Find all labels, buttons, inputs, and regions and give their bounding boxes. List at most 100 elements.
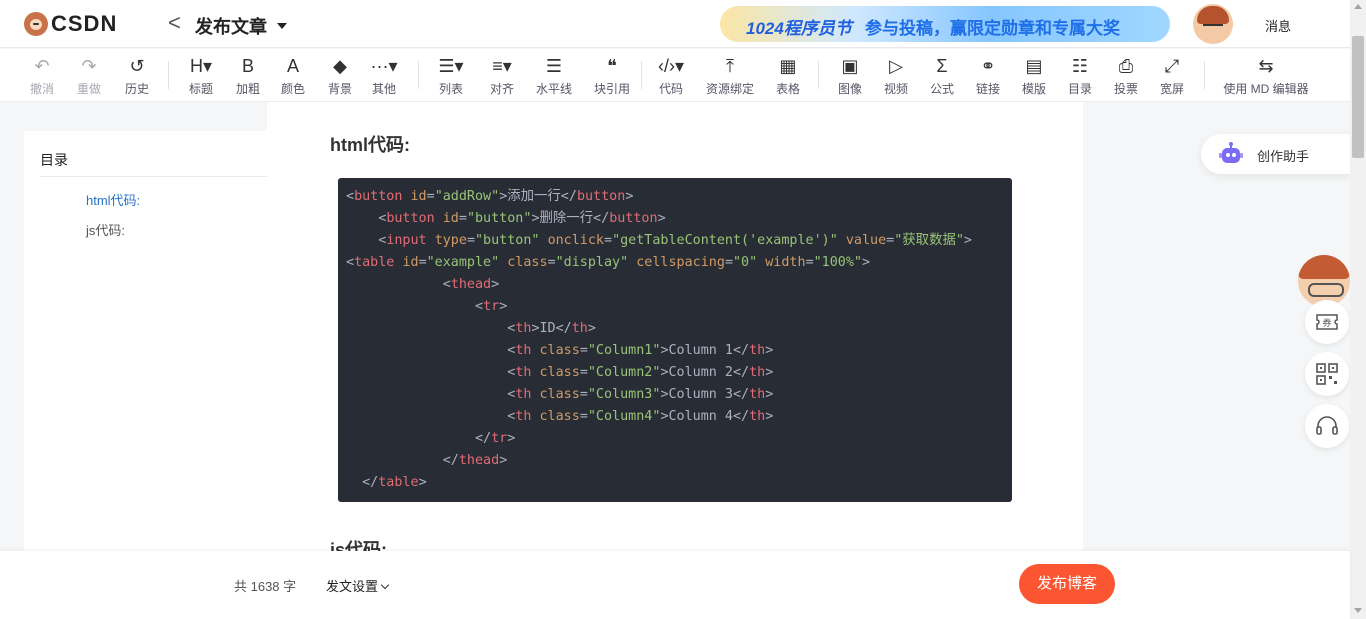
- link-icon: ⚭: [980, 56, 996, 76]
- toolbar-switch-editor-button[interactable]: ⇆ 使用 MD 编辑器: [1206, 54, 1327, 97]
- chevron-down-icon: [380, 580, 390, 590]
- code-text: <button id="addRow">添加一行</button> <butto…: [346, 189, 972, 490]
- toc-icon: ☷: [1071, 56, 1089, 76]
- toolbar-label: 颜色: [280, 82, 305, 96]
- qrcode-button[interactable]: [1305, 352, 1349, 396]
- toolbar-align-button[interactable]: ≡▾ 对齐: [487, 54, 517, 97]
- table-icon: ▦: [779, 56, 797, 76]
- toolbar-heading-button[interactable]: H▾ 标题: [186, 54, 216, 97]
- banner-event-text: 1024程序员节: [746, 19, 852, 38]
- resource-bind-icon: ⤒: [726, 56, 734, 76]
- heading-js-code[interactable]: js代码:: [330, 536, 387, 552]
- toolbar-divider: [168, 61, 169, 89]
- word-count: 共 1638 字: [234, 579, 297, 594]
- toolbar-label: 重做: [76, 82, 101, 96]
- toolbar-blockquote-button[interactable]: ❝ 块引用: [591, 54, 634, 97]
- toolbar-code-button[interactable]: ‹/›▾ 代码: [656, 54, 686, 97]
- writing-assistant-button[interactable]: 创作助手: [1201, 134, 1351, 174]
- toolbar-label: 目录: [1067, 82, 1092, 96]
- table-of-contents: 目录 html代码: js代码:: [24, 131, 304, 551]
- toolbar-label: 块引用: [593, 82, 630, 96]
- toolbar-link-button[interactable]: ⚭ 链接: [973, 54, 1003, 97]
- template-icon: ▤: [1025, 56, 1043, 76]
- toolbar-more-button[interactable]: ···▾ 其他: [369, 54, 399, 97]
- list-icon: ☰▾: [438, 56, 464, 76]
- customer-service-button[interactable]: [1305, 404, 1349, 448]
- page-scrollbar[interactable]: [1350, 0, 1366, 619]
- align-icon: ≡▾: [492, 56, 512, 76]
- assistant-label: 创作助手: [1257, 149, 1310, 164]
- toolbar-template-button[interactable]: ▤ 模版: [1019, 54, 1049, 97]
- more-icon: ···▾: [370, 56, 398, 76]
- toolbar-font-color-button[interactable]: A 颜色: [278, 54, 308, 97]
- page-title[interactable]: 发布文章: [195, 13, 267, 39]
- background-color-icon: ◆: [333, 56, 347, 76]
- publish-settings-toggle[interactable]: 发文设置: [326, 576, 390, 595]
- toolbar-label: 历史: [124, 82, 149, 96]
- toolbar-background-color-button[interactable]: ◆ 背景: [325, 54, 355, 97]
- back-icon[interactable]: <: [168, 11, 181, 35]
- toolbar-image-button[interactable]: ▣ 图像: [835, 54, 865, 97]
- publish-button[interactable]: 发布博客: [1019, 564, 1115, 604]
- redo-icon: ↷: [81, 56, 97, 76]
- toolbar-vote-button[interactable]: ⎙ 投票: [1111, 54, 1141, 97]
- toolbar-list-button[interactable]: ☰▾ 列表: [436, 54, 466, 97]
- toolbar-label: 投票: [1113, 82, 1138, 96]
- toolbar-video-button[interactable]: ▷ 视频: [881, 54, 911, 97]
- toolbar-label: 模版: [1021, 82, 1046, 96]
- toolbar-redo-button[interactable]: ↷ 重做: [74, 54, 104, 97]
- toolbar-label: 宽屏: [1159, 82, 1184, 96]
- heading-icon: H▾: [189, 56, 213, 76]
- toolbar-label: 撤消: [29, 82, 54, 96]
- switch-editor-icon: ⇆: [1258, 56, 1274, 76]
- bold-icon: B: [241, 56, 254, 76]
- csdn-logo[interactable]: CSDN: [24, 11, 117, 37]
- video-icon: ▷: [889, 56, 903, 76]
- toolbar-label: 代码: [658, 82, 683, 96]
- toolbar-label: 公式: [929, 82, 954, 96]
- heading-html-code[interactable]: html代码:: [330, 131, 410, 157]
- title-dropdown-icon[interactable]: [277, 23, 287, 29]
- toolbar-label: 其他: [371, 82, 396, 96]
- code-block[interactable]: <button id="addRow">添加一行</button> <butto…: [338, 178, 1012, 502]
- toolbar-resource-bind-button[interactable]: ⤒ 资源绑定: [702, 54, 758, 97]
- toolbar-label: 表格: [775, 82, 800, 96]
- toolbar-label: 对齐: [489, 82, 514, 96]
- undo-icon: ↶: [34, 56, 50, 76]
- bottom-bar: 共 1638 字 发文设置 发布博客: [0, 551, 1350, 619]
- avatar[interactable]: [1193, 4, 1233, 44]
- messages-link[interactable]: 消息: [1265, 16, 1291, 35]
- promo-banner[interactable]: 1024程序员节 参与投稿，赢限定勋章和专属大奖: [720, 6, 1170, 42]
- toolbar-label: 链接: [975, 82, 1000, 96]
- scroll-down-icon[interactable]: [1354, 608, 1362, 613]
- toolbar-history-button[interactable]: ↺ 历史: [122, 54, 152, 97]
- toc-title: 目录: [40, 152, 68, 168]
- svg-text:券: 券: [1322, 317, 1331, 329]
- logo-mascot-icon: [24, 12, 48, 36]
- toc-item-js[interactable]: js代码:: [86, 220, 125, 239]
- scroll-thumb[interactable]: [1352, 36, 1364, 158]
- font-color-icon: A: [286, 56, 299, 76]
- toolbar-toc-button[interactable]: ☷ 目录: [1065, 54, 1095, 97]
- coupon-button[interactable]: 券: [1305, 300, 1349, 344]
- formula-icon: Σ: [936, 56, 948, 76]
- editor-content[interactable]: html代码: <button id="addRow">添加一行</button…: [267, 102, 1083, 552]
- scroll-up-icon[interactable]: [1354, 4, 1362, 9]
- toolbar-label: 标题: [188, 82, 213, 96]
- toolbar-table-button[interactable]: ▦ 表格: [773, 54, 803, 97]
- toolbar-undo-button[interactable]: ↶ 撤消: [27, 54, 57, 97]
- toolbar-label: 资源绑定: [705, 82, 754, 96]
- toolbar-formula-button[interactable]: Σ 公式: [927, 54, 957, 97]
- toc-divider: [40, 176, 288, 177]
- toolbar-divider: [818, 61, 819, 89]
- toolbar-horizontal-line-button[interactable]: ☰ 水平线: [533, 54, 576, 97]
- vote-icon: ⎙: [1118, 56, 1134, 76]
- toc-item-html[interactable]: html代码:: [86, 190, 140, 209]
- top-bar: CSDN < 发布文章 1024程序员节 参与投稿，赢限定勋章和专属大奖 消息: [0, 0, 1350, 48]
- banner-cta-text: 参与投稿，赢限定勋章和专属大奖: [865, 19, 1120, 38]
- toolbar-widescreen-button[interactable]: ⤢ 宽屏: [1157, 54, 1187, 97]
- headset-icon: [1316, 416, 1338, 435]
- toolbar-label: 视频: [883, 82, 908, 96]
- toolbar-bold-button[interactable]: B 加粗: [233, 54, 263, 97]
- widescreen-icon: ⤢: [1164, 56, 1180, 76]
